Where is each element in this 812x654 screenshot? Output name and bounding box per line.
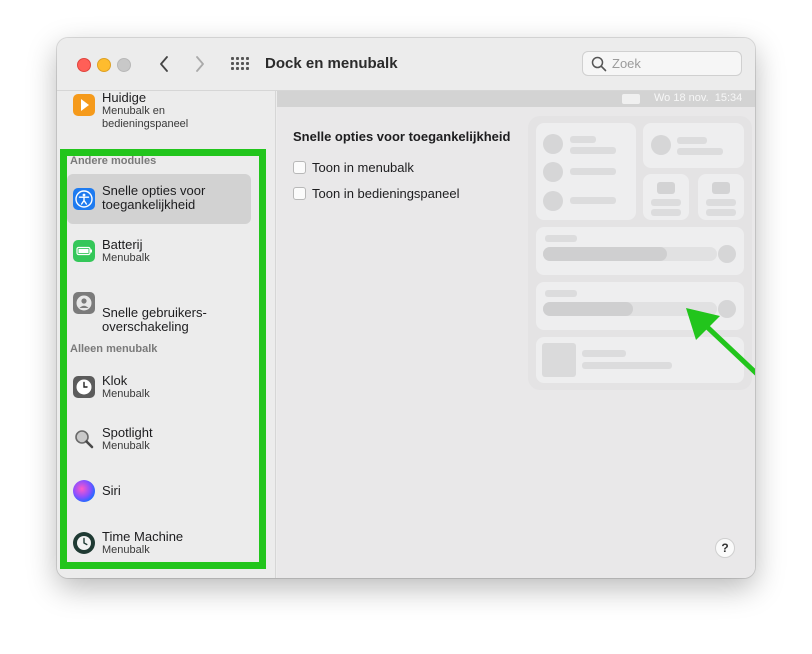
preview-slider-tile xyxy=(536,227,744,275)
sidebar-item-klok[interactable]: Klok Menubalk xyxy=(67,362,251,412)
chevron-left-icon xyxy=(160,56,168,72)
section-header-other-modules: Andere modules xyxy=(70,155,157,167)
window-title: Dock en menubalk xyxy=(265,55,398,72)
sidebar: Huidige Menubalk en bedieningspaneel And… xyxy=(57,91,276,578)
show-in-menubar-option[interactable]: Toon in menubalk xyxy=(293,160,414,175)
control-center-icon xyxy=(622,94,640,104)
accessibility-icon xyxy=(73,188,95,210)
help-button[interactable]: ? xyxy=(715,538,735,558)
time-machine-icon xyxy=(73,532,95,554)
sidebar-item-sublabel: Menubalk xyxy=(102,544,150,556)
sidebar-item-batterij[interactable]: Batterij Menubalk xyxy=(67,226,251,276)
sidebar-item-sublabel: Menubalk en bedieningspaneel xyxy=(102,105,189,130)
search-icon xyxy=(591,56,607,72)
show-in-control-center-checkbox[interactable] xyxy=(293,187,306,200)
siri-icon xyxy=(73,480,95,502)
system-preferences-window: Dock en menubalk Huidige Menubalk en bed… xyxy=(57,38,755,578)
sidebar-item-accessibility-shortcuts[interactable]: Snelle opties voor toegankelijkheid xyxy=(67,174,251,224)
chevron-right-icon xyxy=(196,56,204,72)
minimize-window-button[interactable] xyxy=(97,58,111,72)
sidebar-item-sublabel: Menubalk xyxy=(102,252,150,264)
show-in-control-center-option[interactable]: Toon in bedieningspaneel xyxy=(293,186,459,201)
sidebar-item-label: Spotlight xyxy=(102,425,153,440)
sidebar-item-label: Snelle opties voor toegankelijkheid xyxy=(102,183,206,212)
forward-button[interactable] xyxy=(189,52,211,76)
battery-icon xyxy=(73,240,95,262)
show-all-grid-button[interactable] xyxy=(229,54,251,74)
user-switch-icon xyxy=(73,292,95,314)
menubar-preview: Wo 18 nov. 15:34 xyxy=(277,91,755,107)
sidebar-item-sublabel: Menubalk xyxy=(102,388,150,400)
sidebar-item-label: Huidige xyxy=(102,90,147,105)
zoom-window-button[interactable] xyxy=(117,58,131,72)
sidebar-item-label: Time Machine xyxy=(102,529,184,544)
sidebar-item-sublabel: Menubalk xyxy=(102,440,150,452)
show-in-control-center-label: Toon in bedieningspaneel xyxy=(312,186,460,201)
menubar-clock: Wo 18 nov. 15:34 xyxy=(654,92,743,104)
sidebar-item-label: Batterij xyxy=(102,237,143,252)
preview-tile xyxy=(643,123,744,168)
section-header-menubar-only: Alleen menubalk xyxy=(70,343,158,355)
title-bar: Dock en menubalk xyxy=(57,38,755,91)
show-in-menubar-checkbox[interactable] xyxy=(293,161,306,174)
search-field[interactable] xyxy=(582,51,742,76)
sidebar-item-spotlight[interactable]: Spotlight Menubalk xyxy=(67,414,251,464)
sidebar-item-huidige[interactable]: Huidige Menubalk en bedieningspaneel xyxy=(67,91,251,136)
close-window-button[interactable] xyxy=(77,58,91,72)
sidebar-item-label: Klok xyxy=(102,373,128,388)
preview-tile xyxy=(536,123,636,220)
back-button[interactable] xyxy=(153,52,175,76)
preview-tile xyxy=(643,174,689,220)
spotlight-icon xyxy=(73,428,95,450)
sidebar-item-time-machine[interactable]: Time Machine Menubalk xyxy=(67,518,251,568)
clock-icon xyxy=(73,376,95,398)
settings-pane: Wo 18 nov. 15:34 Snelle opties voor toeg… xyxy=(277,91,755,578)
search-input[interactable] xyxy=(612,55,732,72)
green-arrow-annotation xyxy=(686,308,755,376)
sidebar-item-siri[interactable]: Siri xyxy=(67,466,251,516)
show-in-menubar-label: Toon in menubalk xyxy=(312,160,414,175)
sidebar-item-fast-user-switching[interactable]: Snelle gebruikers- overschakeling xyxy=(67,278,251,334)
play-icon xyxy=(73,94,95,116)
sidebar-item-label: Siri xyxy=(102,483,121,498)
section-title: Snelle opties voor toegankelijkheid xyxy=(293,129,511,144)
preview-tile xyxy=(698,174,744,220)
sidebar-item-label: Snelle gebruikers- overschakeling xyxy=(102,305,207,334)
